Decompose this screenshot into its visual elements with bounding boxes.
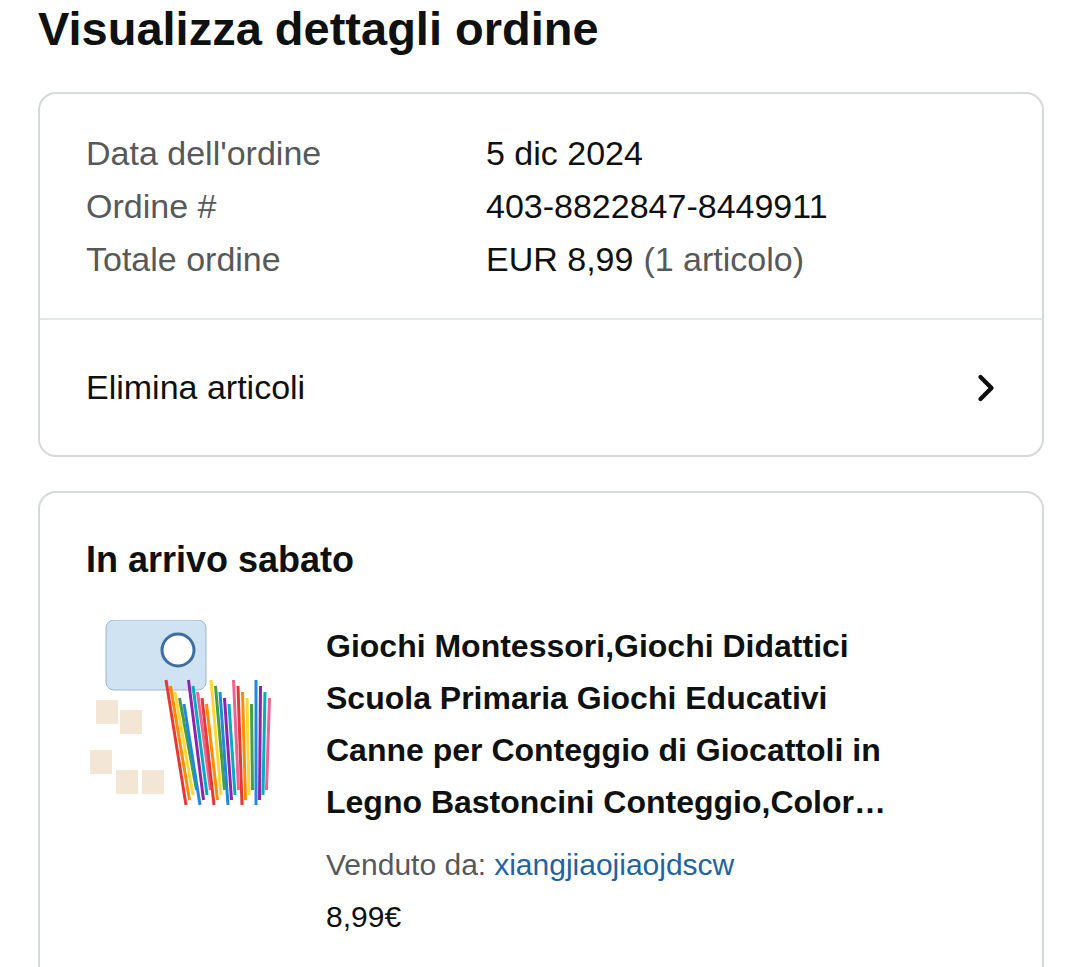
order-info-row: Data dell'ordine5 dic 2024 — [86, 127, 996, 180]
order-details-page: Visualizza dettagli ordine Data dell'ordi… — [0, 0, 1080, 967]
page-title: Visualizza dettagli ordine — [38, 0, 1044, 58]
product-title-link[interactable]: Giochi Montessori,Giochi DidatticiScuola… — [326, 620, 886, 828]
product-title-line: Legno Bastoncini Conteggio,Color… — [326, 776, 886, 828]
order-info-value: 403-8822847-8449911 — [486, 180, 996, 233]
shipment-card: In arrivo sabato Giochi Montessori,Giochi… — [38, 491, 1044, 967]
order-info-value: 5 dic 2024 — [486, 127, 996, 180]
order-item: Giochi Montessori,Giochi DidatticiScuola… — [86, 620, 996, 940]
order-info-row: Totale ordineEUR 8,99(1 articolo) — [86, 233, 996, 286]
seller-link[interactable]: xiangjiaojiaojdscw — [494, 848, 734, 881]
product-title-line: Scuola Primaria Giochi Educativi — [326, 672, 886, 724]
order-info-row: Ordine #403-8822847-8449911 — [86, 180, 996, 233]
product-title-line: Giochi Montessori,Giochi Didattici — [326, 620, 886, 672]
seller-info: Venduto da:xiangjiaojiaojdscw — [326, 842, 886, 888]
order-info-value: EUR 8,99(1 articolo) — [486, 233, 996, 286]
remove-items-row[interactable]: Elimina articoli — [40, 320, 1042, 455]
product-image[interactable] — [86, 620, 286, 810]
item-info: Giochi Montessori,Giochi DidatticiScuola… — [326, 620, 886, 940]
order-info-label: Ordine # — [86, 180, 486, 233]
product-title-line: Canne per Conteggio di Giocattoli in — [326, 724, 886, 776]
remove-items-label: Elimina articoli — [86, 368, 305, 407]
chevron-right-icon — [964, 366, 1008, 410]
order-info: Data dell'ordine5 dic 2024Ordine #403-88… — [40, 94, 1042, 320]
order-summary-card: Data dell'ordine5 dic 2024Ordine #403-88… — [38, 92, 1044, 457]
item-price: 8,99€ — [326, 894, 886, 940]
order-info-label: Totale ordine — [86, 233, 486, 286]
delivery-status: In arrivo sabato — [86, 538, 996, 582]
order-info-label: Data dell'ordine — [86, 127, 486, 180]
order-info-note: (1 articolo) — [643, 240, 804, 278]
